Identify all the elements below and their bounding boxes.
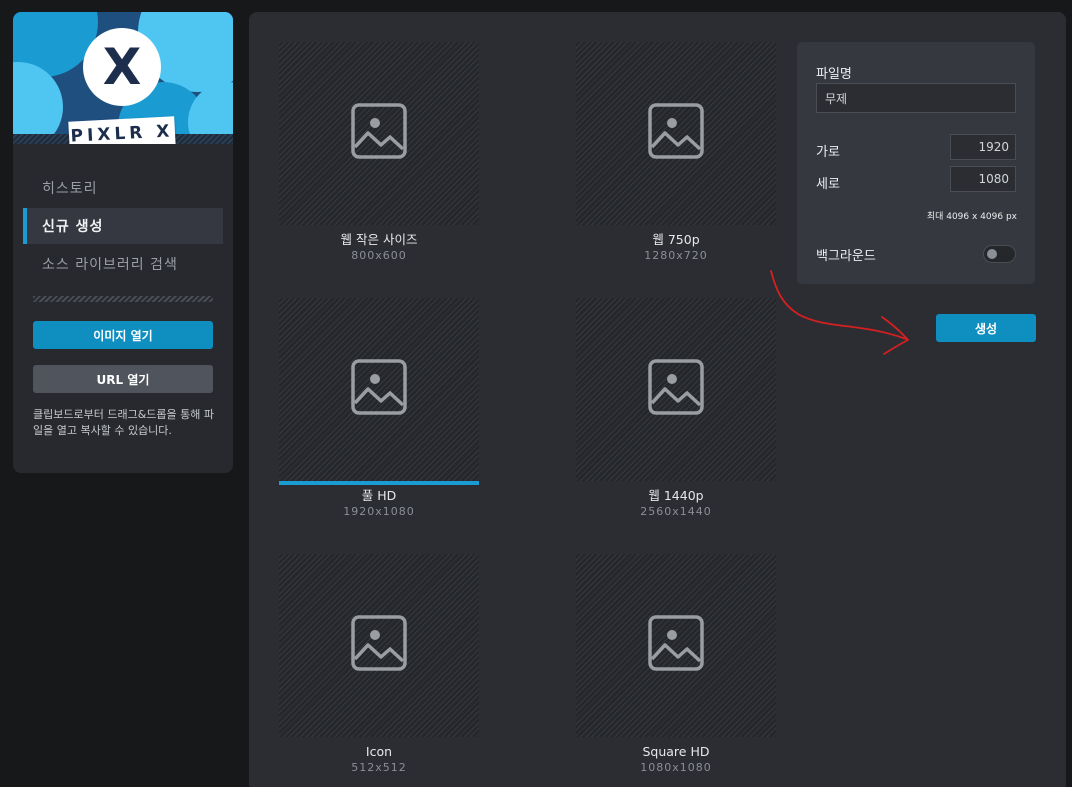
preset-name: 웹 작은 사이즈: [340, 232, 418, 247]
image-icon: [351, 103, 407, 159]
preset-name: 웹 1440p: [648, 488, 704, 503]
preset-thumbnail-selected: [279, 298, 479, 485]
nav-item-history[interactable]: 히스토리: [23, 170, 223, 206]
preset-thumbnail: [279, 554, 479, 737]
preset-thumbnail: [279, 42, 479, 225]
nav-item-source-library[interactable]: 소스 라이브러리 검색: [23, 246, 223, 282]
open-image-button[interactable]: 이미지 열기: [33, 321, 213, 349]
preset-card-full-hd[interactable]: 풀 HD 1920x1080: [279, 298, 479, 519]
preset-size: 1280x720: [644, 249, 708, 262]
help-text: 클립보드로부터 드래그&드롭을 통해 파일을 열고 복사할 수 있습니다.: [33, 408, 214, 437]
image-icon: [648, 359, 704, 415]
preset-size: 1080x1080: [640, 761, 712, 774]
logo-x-mark: X: [83, 28, 161, 106]
preset-size: 1920x1080: [343, 505, 415, 518]
logo-banner: X PIXLR X: [13, 12, 233, 144]
preset-size: 512x512: [351, 761, 407, 774]
preset-thumbnail: [576, 42, 776, 225]
preset-card-web-1440p[interactable]: 웹 1440p 2560x1440: [576, 298, 776, 519]
preset-card-icon[interactable]: Icon 512x512: [279, 554, 479, 775]
preset-thumbnail: [576, 298, 776, 481]
image-icon: [351, 615, 407, 671]
sidebar: X PIXLR X 히스토리 신규 생성 소스 라이브러리 검색 이미지 열기 …: [13, 12, 233, 473]
red-arrow-annotation: [770, 270, 909, 355]
nav-item-new[interactable]: 신규 생성: [23, 208, 223, 244]
toggle-knob: [987, 249, 997, 259]
width-label: 가로: [816, 145, 840, 160]
max-size-note: 최대 4096 x 4096 px: [926, 212, 1017, 222]
preset-thumbnail: [576, 554, 776, 737]
preset-card-web-750p[interactable]: 웹 750p 1280x720: [576, 42, 776, 263]
background-toggle[interactable]: [983, 245, 1016, 263]
filename-label: 파일명: [816, 67, 852, 82]
sidebar-nav: 히스토리 신규 생성 소스 라이브러리 검색: [23, 170, 223, 284]
preset-card-square-hd[interactable]: Square HD 1080x1080: [576, 554, 776, 775]
preset-name: 웹 750p: [652, 232, 700, 247]
divider: [33, 296, 213, 302]
height-input[interactable]: 1080: [950, 166, 1016, 192]
image-icon: [648, 615, 704, 671]
preset-name: Icon: [365, 744, 393, 759]
preset-card-web-small[interactable]: 웹 작은 사이즈 800x600: [279, 42, 479, 263]
logo-wordmark: PIXLR X: [68, 116, 176, 144]
open-url-button[interactable]: URL 열기: [33, 365, 213, 393]
preset-name: 풀 HD: [361, 488, 397, 503]
create-button[interactable]: 생성: [936, 314, 1036, 342]
filename-input[interactable]: 무제: [816, 83, 1016, 113]
preset-name: Square HD: [642, 744, 710, 759]
settings-panel: 파일명 무제 가로 1920 세로 1080 최대 4096 x 4096 px…: [797, 42, 1035, 284]
image-icon: [648, 103, 704, 159]
image-icon: [351, 359, 407, 415]
preset-size: 2560x1440: [640, 505, 712, 518]
logo-letter: X: [102, 38, 142, 96]
preset-size: 800x600: [351, 249, 407, 262]
width-input[interactable]: 1920: [950, 134, 1016, 160]
height-label: 세로: [816, 177, 840, 192]
